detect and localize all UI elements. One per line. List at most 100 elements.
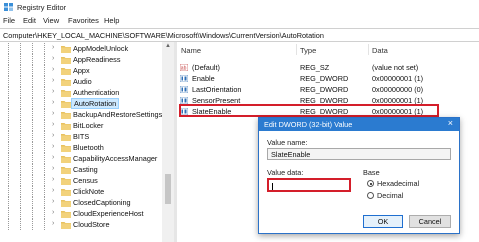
chevron-right-icon[interactable]: ›	[52, 176, 54, 183]
column-header-type[interactable]: Type	[300, 46, 316, 55]
value-row[interactable]: ab (Default) REG_SZ (value not set)	[177, 62, 479, 73]
menu-help[interactable]: Help	[104, 16, 119, 25]
tree-item-label: ClosedCaptioning	[73, 198, 131, 207]
tree-guide-line	[20, 131, 22, 142]
tree-guide-line	[20, 65, 22, 76]
tree-guide-line	[32, 87, 34, 98]
value-row[interactable]: LastOrientation REG_DWORD 0x00000000 (0)	[177, 84, 479, 95]
chevron-right-icon[interactable]: ›	[52, 99, 54, 106]
chevron-right-icon[interactable]: ›	[52, 110, 54, 117]
folder-icon	[61, 78, 71, 86]
tree-guide-line	[44, 120, 46, 131]
tree-guide-line	[44, 186, 46, 197]
tree-item-label: CloudStore	[73, 220, 110, 229]
base-group-label: Base	[363, 168, 380, 177]
tree-item[interactable]: › AppReadiness	[0, 54, 165, 65]
chevron-right-icon[interactable]: ›	[52, 121, 54, 128]
menu-view[interactable]: View	[43, 16, 59, 25]
menu-edit[interactable]: Edit	[23, 16, 36, 25]
radio-hexadecimal[interactable]	[367, 180, 374, 187]
cancel-button[interactable]: Cancel	[409, 215, 451, 228]
tree-item[interactable]: › Bluetooth	[0, 142, 165, 153]
tree-item[interactable]: › Authentication	[0, 87, 165, 98]
folder-icon	[61, 188, 71, 196]
chevron-right-icon[interactable]: ›	[52, 44, 54, 51]
ok-button[interactable]: OK	[363, 215, 403, 228]
tree-guide-line	[32, 54, 34, 65]
tree-guide-line	[44, 109, 46, 120]
value-name-field: SlateEnable	[267, 148, 451, 160]
chevron-right-icon[interactable]: ›	[52, 66, 54, 73]
value-data-input[interactable]: 0	[267, 178, 351, 192]
radio-hexadecimal-label[interactable]: Hexadecimal	[377, 179, 419, 188]
tree-scrollbar[interactable]: ▲	[162, 42, 174, 242]
value-data: 0x00000001 (1)	[372, 74, 424, 83]
radio-decimal[interactable]	[367, 192, 374, 199]
tree-item[interactable]: › Appx	[0, 65, 165, 76]
column-divider[interactable]	[368, 44, 369, 55]
tree-item[interactable]: › Audio	[0, 76, 165, 87]
tree-item[interactable]: › CloudStore	[0, 219, 165, 230]
menu-file[interactable]: File	[3, 16, 15, 25]
tree-item[interactable]: › BitLocker	[0, 120, 165, 131]
chevron-right-icon[interactable]: ›	[52, 88, 54, 95]
tree-item[interactable]: › CloudExperienceHost	[0, 208, 165, 219]
tree-item-label: CloudExperienceHost	[73, 209, 144, 218]
tree-item-label: AutoRotation	[71, 98, 120, 109]
tree-guide-line	[20, 120, 22, 131]
tree-guide-line	[8, 219, 10, 230]
folder-icon	[61, 155, 71, 163]
tree-item[interactable]: › BackupAndRestoreSettings	[0, 109, 165, 120]
tree-guide-line	[8, 87, 10, 98]
menu-favorites[interactable]: Favorites	[68, 16, 99, 25]
chevron-right-icon[interactable]: ›	[52, 132, 54, 139]
chevron-right-icon[interactable]: ›	[52, 77, 54, 84]
radio-decimal-label[interactable]: Decimal	[377, 191, 403, 200]
tree-item[interactable]: › Census	[0, 175, 165, 186]
value-name: (Default)	[192, 63, 220, 72]
tree-guide-line	[20, 142, 22, 153]
tree-guide-line	[32, 153, 34, 164]
tree-guide-line	[20, 87, 22, 98]
tree-item-label: Authentication	[73, 88, 120, 97]
tree-item[interactable]: › Casting	[0, 164, 165, 175]
column-divider[interactable]	[296, 44, 297, 55]
tree-item-label: Audio	[73, 77, 92, 86]
folder-icon	[61, 122, 71, 130]
folder-icon	[61, 56, 71, 64]
folder-icon	[61, 100, 71, 108]
value-data-label: Value data:	[267, 168, 304, 177]
chevron-right-icon[interactable]: ›	[52, 220, 54, 227]
address-bar[interactable]: Computer\HKEY_LOCAL_MACHINE\SOFTWARE\Mic…	[0, 28, 479, 42]
svg-text:ab: ab	[181, 66, 187, 72]
tree-guide-line	[32, 43, 34, 54]
tree-item[interactable]: › AutoRotation	[0, 98, 165, 109]
edit-dword-dialog: Edit DWORD (32-bit) Value × Value name: …	[258, 117, 460, 234]
tree-item[interactable]: › AppModelUnlock	[0, 43, 165, 54]
column-header-data[interactable]: Data	[372, 46, 388, 55]
chevron-right-icon[interactable]: ›	[52, 143, 54, 150]
tree-item[interactable]: › ClosedCaptioning	[0, 197, 165, 208]
value-row[interactable]: Enable REG_DWORD 0x00000001 (1)	[177, 73, 479, 84]
column-header-name[interactable]: Name	[181, 46, 201, 55]
tree-item[interactable]: › CapabilityAccessManager	[0, 153, 165, 164]
chevron-right-icon[interactable]: ›	[52, 154, 54, 161]
close-icon[interactable]: ×	[448, 118, 453, 128]
chevron-right-icon[interactable]: ›	[52, 187, 54, 194]
tree-guide-line	[44, 87, 46, 98]
chevron-right-icon[interactable]: ›	[52, 165, 54, 172]
tree-guide-line	[8, 43, 10, 54]
value-type: REG_DWORD	[300, 74, 349, 83]
value-name-text: SlateEnable	[271, 150, 311, 159]
chevron-right-icon[interactable]: ›	[52, 209, 54, 216]
scroll-up-icon[interactable]: ▲	[165, 43, 171, 49]
tree-item[interactable]: › BITS	[0, 131, 165, 142]
binary-value-icon	[179, 85, 189, 94]
chevron-right-icon[interactable]: ›	[52, 198, 54, 205]
registry-editor-icon	[4, 3, 13, 11]
tree-item-label: Appx	[73, 66, 90, 75]
chevron-right-icon[interactable]: ›	[52, 55, 54, 62]
scrollbar-thumb[interactable]	[165, 174, 171, 204]
folder-icon	[61, 177, 71, 185]
tree-item[interactable]: › ClickNote	[0, 186, 165, 197]
